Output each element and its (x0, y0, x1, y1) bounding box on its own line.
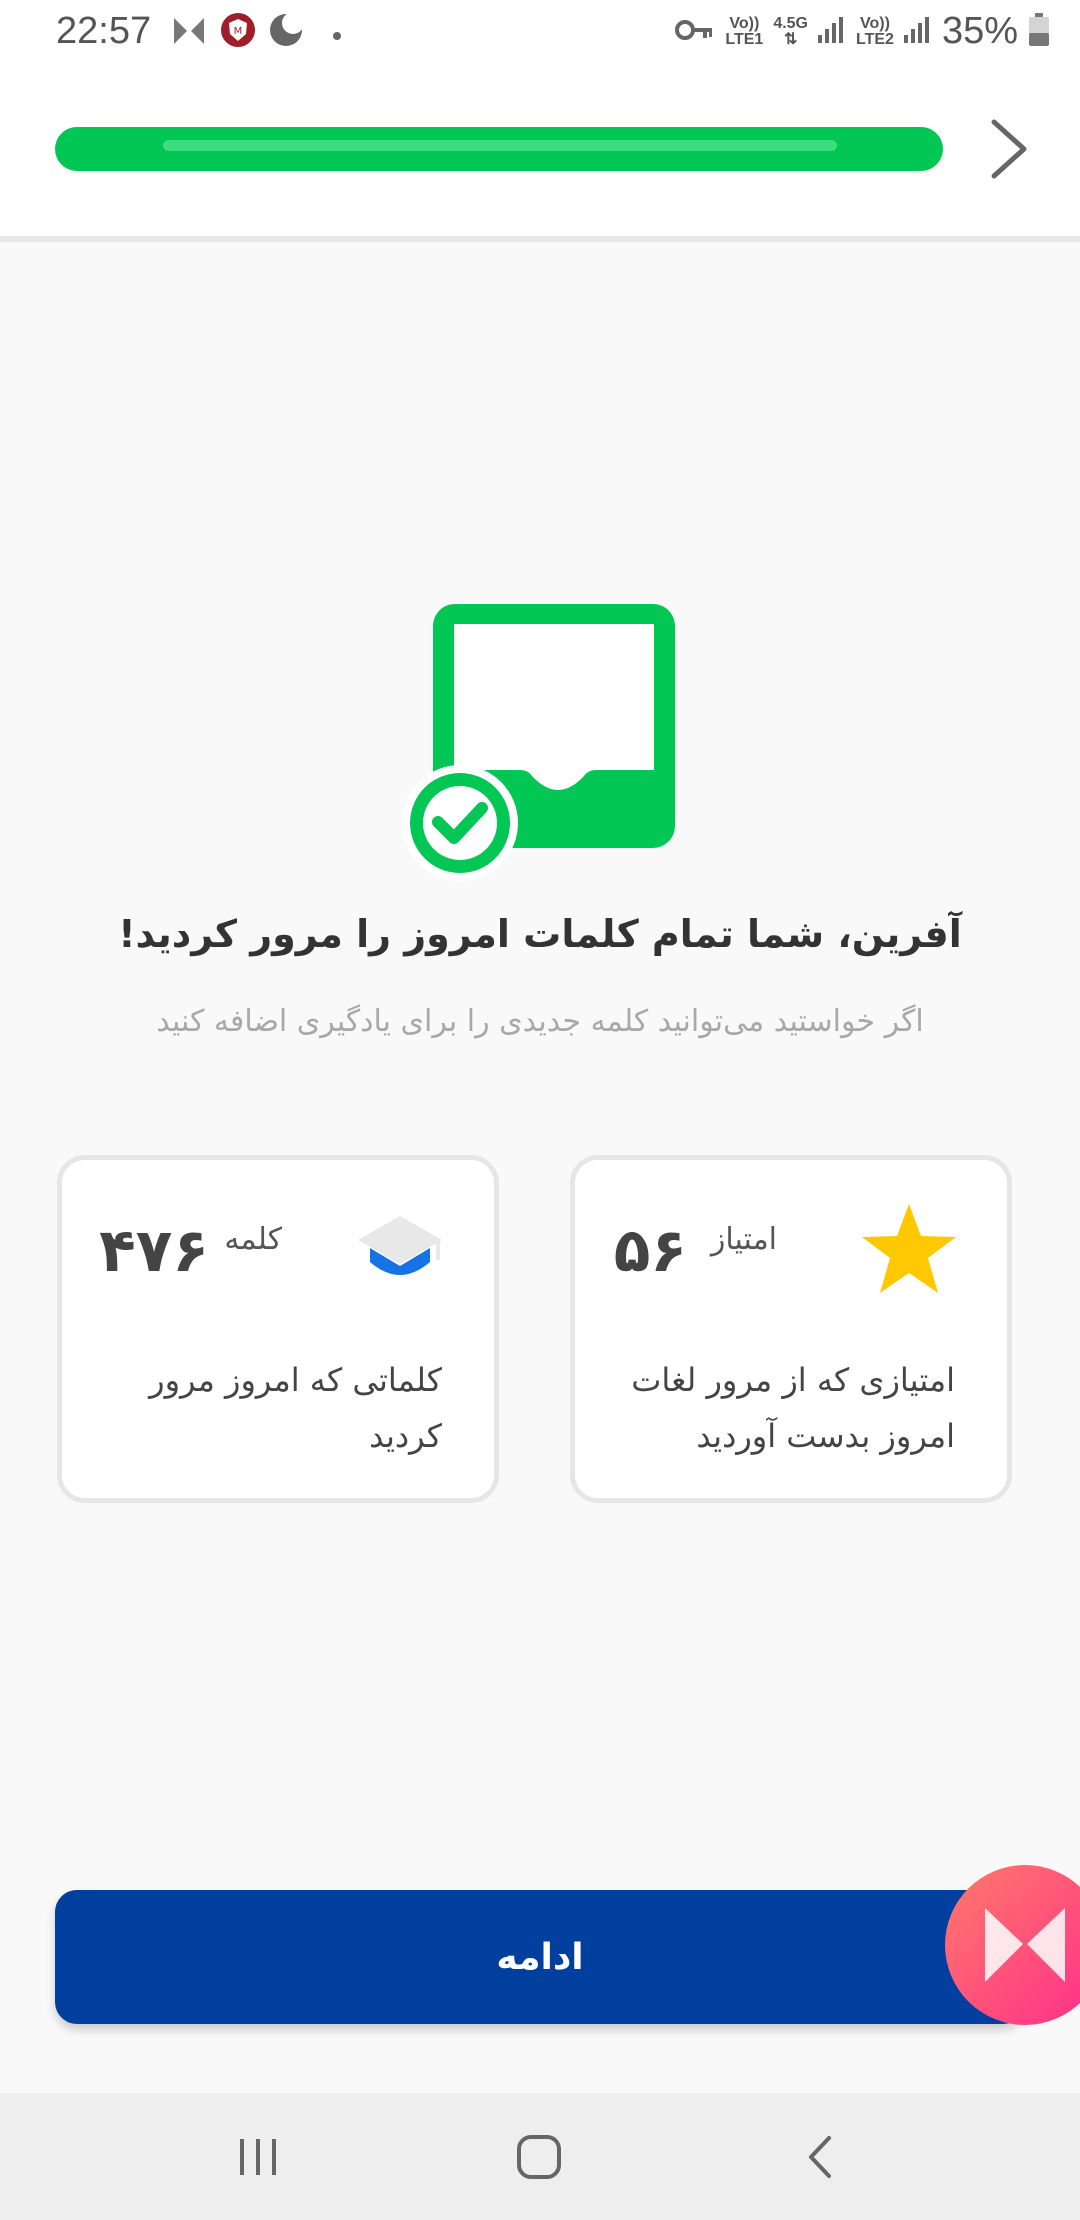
key-icon (675, 18, 715, 46)
score-card: امتیاز ۵۶ امتیازی که از مرور لغات امروز … (570, 1155, 1012, 1503)
data-arrows-icon: ⇅ (783, 30, 798, 48)
signal-icon (818, 15, 846, 49)
score-description: امتیازی که از مرور لغات امروز بدست آوردی… (631, 1361, 955, 1455)
continue-button[interactable]: ادامه (55, 1890, 1025, 2024)
back-icon[interactable] (785, 2127, 855, 2187)
inbox-check-icon (400, 600, 690, 890)
shield-app-icon: M (220, 12, 256, 52)
recent-apps-icon[interactable] (223, 2127, 293, 2187)
words-label: کلمه (224, 1222, 282, 1257)
lesson-header (0, 70, 1080, 242)
page-title: آفرین، شما تمام کلمات امروز را مرور کردی… (118, 912, 962, 956)
lesson-progress-bar (55, 127, 943, 171)
page-subtitle: اگر خواستید می‌توانید کلمه جدیدی را برای… (156, 1004, 924, 1039)
battery-percent: 35% (941, 10, 1018, 52)
musixmatch-icon (172, 14, 206, 52)
signal-icon (903, 15, 932, 49)
status-bar: 22:57 M Vo)) LTE1 4.5G ⇅ Vo)) LTE2 35% (0, 0, 1080, 70)
words-description: کلماتی که امروز مرور کردید (149, 1361, 442, 1455)
words-value: ۴۷۶ (99, 1216, 209, 1286)
progress-bar-highlight (163, 140, 837, 151)
sim1-indicator: Vo)) LTE1 (725, 14, 764, 48)
star-icon (859, 1202, 959, 1302)
home-icon[interactable] (504, 2127, 574, 2187)
sim2-indicator: Vo)) LTE2 (856, 14, 894, 48)
musixmatch-icon (985, 1908, 1065, 1982)
battery-icon (1028, 12, 1050, 51)
chevron-right-icon[interactable] (980, 114, 1040, 184)
status-time: 22:57 (56, 10, 152, 52)
graduation-cap-icon (358, 1212, 442, 1290)
dot-icon (332, 26, 342, 45)
score-label: امتیاز (710, 1222, 777, 1257)
score-value: ۵۶ (613, 1216, 687, 1286)
network-indicator: 4.5G ⇅ (773, 14, 808, 48)
svg-text:M: M (234, 26, 243, 37)
moon-icon (268, 12, 304, 52)
system-navbar (0, 2093, 1080, 2220)
words-card: کلمه ۴۷۶ کلماتی که امروز مرور کردید (57, 1155, 499, 1503)
